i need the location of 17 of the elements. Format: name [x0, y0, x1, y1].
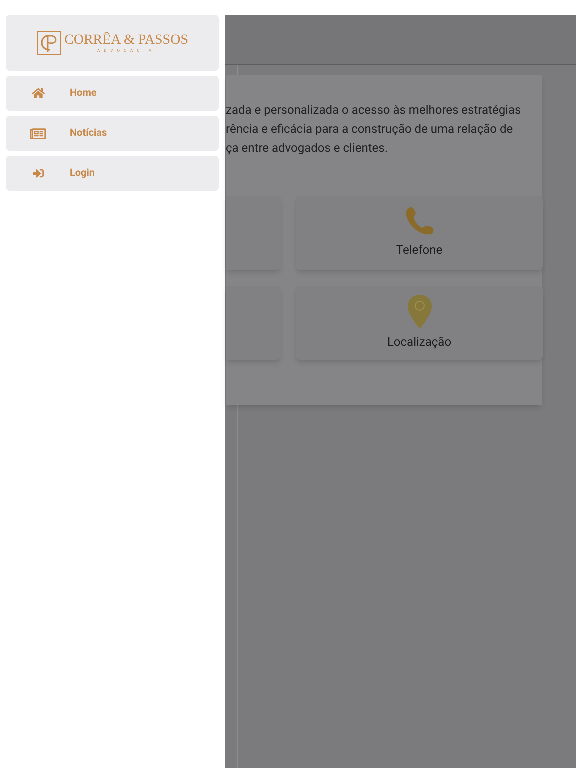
- location-pin-icon: [408, 295, 432, 329]
- contact-tile[interactable]: [226, 286, 281, 360]
- newspaper-icon: [30, 126, 46, 142]
- drawer-item[interactable]: Home: [6, 76, 219, 111]
- phone-icon: [404, 207, 436, 237]
- contact-tile[interactable]: [226, 196, 281, 270]
- contact-tile[interactable]: Telefone: [296, 196, 543, 270]
- drawer-item[interactable]: Login: [6, 156, 219, 191]
- drawer-item[interactable]: Notícias: [6, 116, 219, 151]
- monogram-logo-icon: [36, 31, 60, 55]
- contact-tile[interactable]: Localização: [296, 286, 543, 360]
- intro-text: ça entre advogados e clientes.: [226, 140, 389, 157]
- logo-title: CORRÊA & PASSOS: [64, 33, 188, 48]
- home-icon: [32, 87, 44, 100]
- intro-text: zada e personalizada o acesso às melhores estratégias: [226, 102, 522, 119]
- login-icon: [32, 168, 44, 179]
- intro-text: rência e eficácia para a construção de uma relação de: [226, 121, 514, 138]
